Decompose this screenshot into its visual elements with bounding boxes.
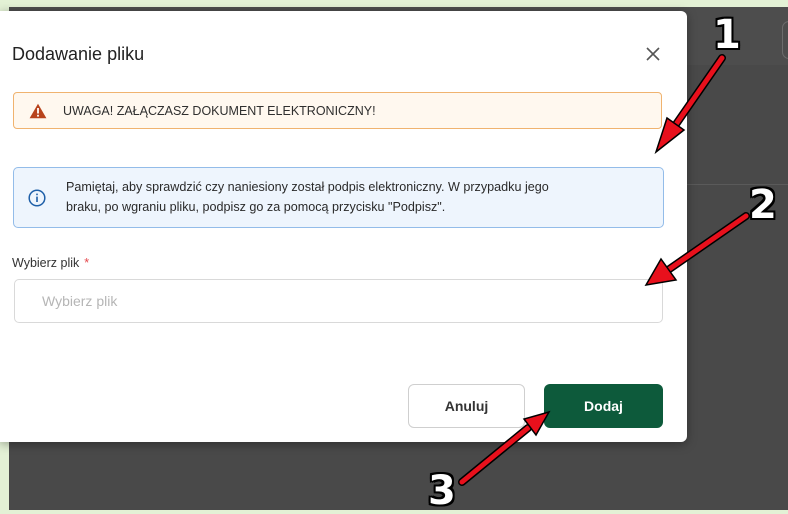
warning-alert: UWAGA! ZAŁĄCZASZ DOKUMENT ELEKTRONICZNY! xyxy=(13,92,662,129)
required-marker: * xyxy=(84,256,90,270)
file-picker-input[interactable]: Wybierz plik xyxy=(14,279,663,323)
warning-triangle-icon xyxy=(29,103,47,118)
annotation-marker-1: 1 xyxy=(713,12,741,58)
warning-text: UWAGA! ZAŁĄCZASZ DOKUMENT ELEKTRONICZNY! xyxy=(63,103,376,118)
background-control xyxy=(782,21,788,59)
dialog-title: Dodawanie pliku xyxy=(12,44,145,64)
file-field-label-text: Wybierz plik xyxy=(12,256,80,270)
add-button[interactable]: Dodaj xyxy=(544,384,663,428)
info-alert: Pamiętaj, aby sprawdzić czy naniesiony z… xyxy=(13,167,664,228)
annotation-marker-3: 3 xyxy=(428,468,456,514)
annotation-marker-2: 2 xyxy=(749,182,777,228)
cancel-button[interactable]: Anuluj xyxy=(408,384,525,428)
close-icon[interactable] xyxy=(642,43,664,65)
file-field-label: Wybierz plik * xyxy=(12,256,89,270)
info-text: Pamiętaj, aby sprawdzić czy naniesiony z… xyxy=(66,177,656,217)
info-text-line-2: braku, po wgraniu pliku, podpisz go za p… xyxy=(66,200,446,214)
info-text-line-1: Pamiętaj, aby sprawdzić czy naniesiony z… xyxy=(66,180,549,194)
add-file-dialog: Dodawanie pliku UWAGA! ZAŁĄCZASZ DOKUMEN… xyxy=(0,11,687,442)
info-circle-icon xyxy=(28,189,46,207)
